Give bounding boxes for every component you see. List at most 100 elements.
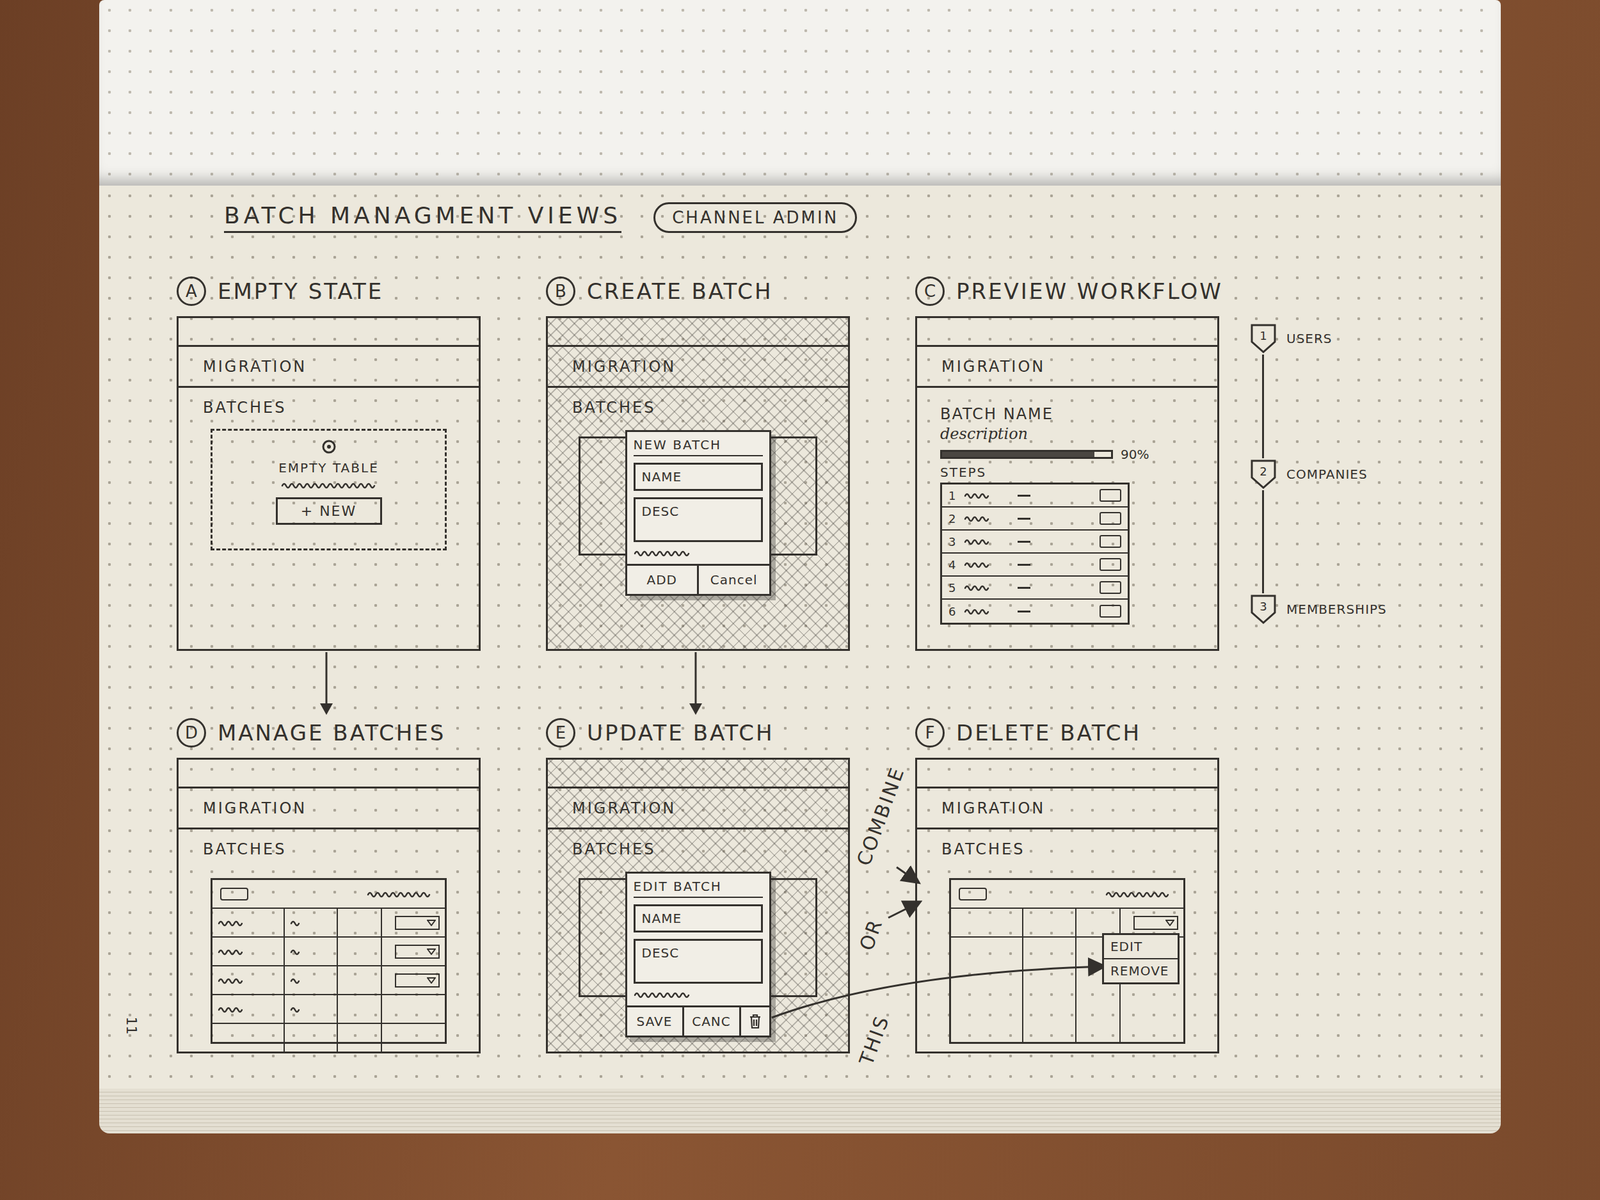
- or-note: OR: [855, 915, 888, 953]
- batch-table: [210, 878, 447, 1044]
- dialog-button[interactable]: ADD: [627, 565, 700, 594]
- step-status-box: [1099, 604, 1122, 618]
- toolbar-pill: [220, 887, 249, 901]
- wireframe-screen: MIGRATION BATCHES EDIT BATCH NAMEDESC SA…: [545, 757, 850, 1054]
- step-row[interactable]: 6: [942, 599, 1128, 623]
- menu-item[interactable]: REMOVE: [1104, 959, 1178, 983]
- wireframe-screen: MIGRATION BATCHES: [176, 757, 481, 1054]
- view-label: D MANAGE BATCHES: [176, 716, 481, 749]
- view-title: MANAGE BATCHES: [217, 720, 446, 746]
- workflow-step: 2 COMPANIES: [1249, 458, 1397, 491]
- app-title: MIGRATION: [178, 346, 479, 388]
- table-row[interactable]: [212, 966, 445, 996]
- caret-down-icon: [1165, 919, 1175, 927]
- role-badge: CHANNEL ADMIN: [653, 202, 857, 233]
- scribble: [1105, 889, 1176, 899]
- dialog-title: EDIT BATCH: [633, 878, 763, 898]
- view-letter: A: [176, 276, 207, 306]
- browser-bar: [178, 318, 479, 347]
- row-menu: EDITREMOVE: [1102, 933, 1180, 985]
- table-row[interactable]: EDITREMOVE: [951, 908, 1184, 938]
- table-row[interactable]: [212, 908, 445, 938]
- scribble: [366, 889, 438, 899]
- workflow-step-label: MEMBERSHIPS: [1286, 601, 1387, 617]
- delete-button[interactable]: [741, 1007, 770, 1036]
- dialog-button[interactable]: CANC: [684, 1007, 742, 1036]
- dialog-button[interactable]: SAVE: [627, 1007, 685, 1036]
- step-status-box: [1099, 488, 1122, 502]
- step-number: 5: [948, 581, 958, 595]
- step-dash: [1017, 494, 1031, 497]
- step-number: 1: [948, 488, 958, 503]
- combine-note: COMBINE: [852, 763, 909, 869]
- view-cell: E UPDATE BATCH MIGRATION BATCHES EDIT BA…: [545, 716, 850, 1054]
- section-title: BATCHES: [178, 387, 479, 419]
- table-row[interactable]: [212, 1024, 445, 1053]
- step-status-box: [1099, 512, 1122, 525]
- workflow-step-label: COMPANIES: [1286, 466, 1368, 482]
- step-row[interactable]: 3: [942, 530, 1128, 554]
- view-label: F DELETE BATCH: [915, 716, 1402, 749]
- views-grid: A EMPTY STATE MIGRATION BATCHES EMPTY TA…: [176, 275, 1274, 1054]
- browser-bar: [547, 318, 848, 347]
- row-menu-dropdown[interactable]: [394, 944, 440, 959]
- step-row[interactable]: 2: [942, 507, 1128, 531]
- step-number: 2: [948, 512, 958, 526]
- caret-down-icon: [426, 948, 436, 955]
- row-menu-dropdown[interactable]: [1133, 915, 1179, 930]
- row-menu-dropdown[interactable]: [394, 915, 440, 930]
- batch-table: EDITREMOVE: [949, 878, 1186, 1044]
- scribble: [963, 536, 996, 546]
- view-label: E UPDATE BATCH: [545, 716, 850, 749]
- table-row[interactable]: [212, 937, 445, 967]
- text-field[interactable]: NAME: [633, 462, 763, 491]
- steps-table: 1 2 3 4 5 6: [940, 482, 1130, 625]
- app-title: MIGRATION: [178, 788, 479, 830]
- step-row[interactable]: 1: [942, 484, 1128, 508]
- view-cell: B CREATE BATCH MIGRATION BATCHES NEW BAT…: [545, 275, 850, 717]
- view-title: PREVIEW WORKFLOW: [956, 278, 1224, 304]
- browser-bar: [917, 318, 1218, 347]
- svg-text:3: 3: [1259, 599, 1267, 614]
- workflow-steps: 1 USERS 2 COMPANIES 3 MEMBERSHIPS: [1249, 316, 1397, 626]
- step-dash: [1017, 563, 1031, 566]
- section-title: BATCHES: [917, 829, 1218, 861]
- app-title: MIGRATION: [917, 788, 1218, 830]
- app-title: MIGRATION: [547, 788, 848, 830]
- scribble: [633, 548, 692, 558]
- shield-icon: 2: [1249, 458, 1278, 491]
- text-field[interactable]: DESC: [633, 938, 763, 984]
- sheet-header: BATCH MANAGMENT VIEWS CHANNEL ADMIN: [99, 201, 1501, 234]
- dialog-button[interactable]: Cancel: [698, 565, 770, 594]
- section-title: BATCHES: [178, 829, 479, 861]
- workflow-connector: [1262, 490, 1264, 594]
- scribble: [963, 490, 996, 500]
- page-number: 11: [123, 1016, 140, 1035]
- step-row[interactable]: 5: [942, 576, 1128, 600]
- desk: 11 BATCH MANAGMENT VIEWS CHANNEL ADMIN A…: [0, 0, 1600, 1200]
- row-menu-dropdown[interactable]: [394, 973, 440, 988]
- view-cell: A EMPTY STATE MIGRATION BATCHES EMPTY TA…: [176, 275, 481, 717]
- facing-page: [99, 0, 1501, 186]
- svg-text:1: 1: [1259, 328, 1267, 343]
- view-cell: D MANAGE BATCHES MIGRATION BATCHES: [176, 716, 481, 1054]
- table-toolbar: [212, 880, 445, 909]
- scribble: [217, 918, 250, 928]
- browser-bar: [547, 759, 848, 789]
- view-cell: F DELETE BATCH MIGRATION BATCHES EDITREM…: [915, 716, 1402, 1054]
- table-row[interactable]: [212, 995, 445, 1024]
- batch-progress: 90%: [940, 446, 1195, 463]
- menu-item[interactable]: EDIT: [1104, 935, 1178, 960]
- wireframe-screen: MIGRATION BATCH NAME description 90% STE…: [915, 316, 1220, 651]
- step-row[interactable]: 4: [942, 553, 1128, 577]
- workflow-connector: [1262, 354, 1264, 459]
- shield-icon: 3: [1249, 593, 1278, 626]
- progress-fill: [942, 451, 1095, 457]
- wireframe-screen: MIGRATION BATCHES EMPTY TABLE + NEW: [176, 316, 481, 651]
- scribble: [217, 976, 250, 985]
- new-button[interactable]: + NEW: [275, 497, 383, 525]
- text-field[interactable]: NAME: [633, 904, 763, 933]
- text-field[interactable]: DESC: [633, 497, 763, 543]
